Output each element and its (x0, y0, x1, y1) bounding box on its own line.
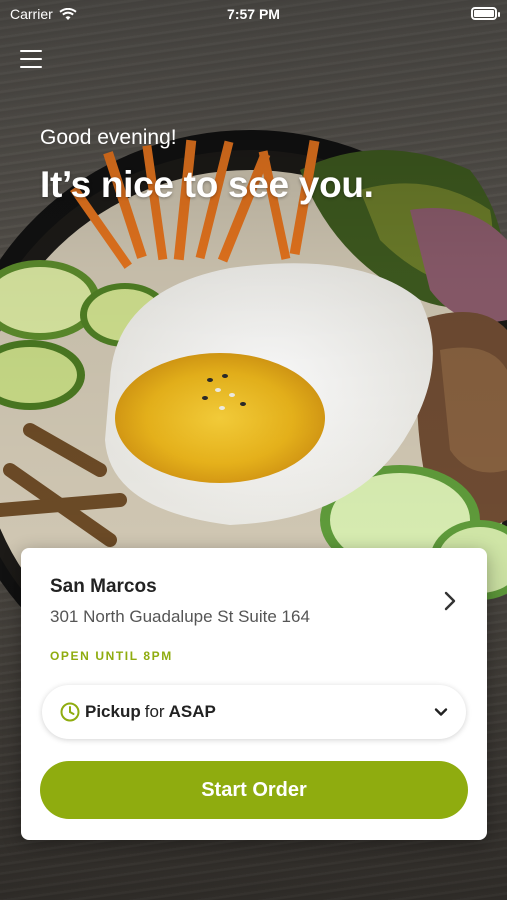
store-hours: OPEN UNTIL 8PM (50, 649, 173, 663)
start-order-button[interactable]: Start Order (40, 761, 468, 819)
greeting-text: Good evening! (40, 126, 177, 149)
clock-icon (60, 702, 80, 722)
hamburger-icon[interactable] (20, 50, 42, 68)
welcome-headline: It’s nice to see you. (40, 164, 374, 205)
store-address[interactable]: 301 North Guadalupe St Suite 164 (50, 607, 310, 627)
order-method: Pickup (85, 702, 141, 721)
order-mode-label: Pickup for ASAP (85, 702, 216, 722)
store-name[interactable]: San Marcos (50, 576, 157, 598)
status-time: 7:57 PM (227, 6, 280, 22)
battery-icon (471, 7, 500, 20)
location-card: San Marcos 301 North Guadalupe St Suite … (21, 548, 487, 840)
chevron-right-icon[interactable] (441, 590, 459, 612)
status-bar: Carrier 7:57 PM (0, 0, 507, 28)
chevron-down-icon (434, 708, 448, 716)
order-connector: for (144, 702, 165, 721)
order-mode-selector[interactable]: Pickup for ASAP (42, 685, 466, 739)
order-time: ASAP (168, 702, 216, 721)
